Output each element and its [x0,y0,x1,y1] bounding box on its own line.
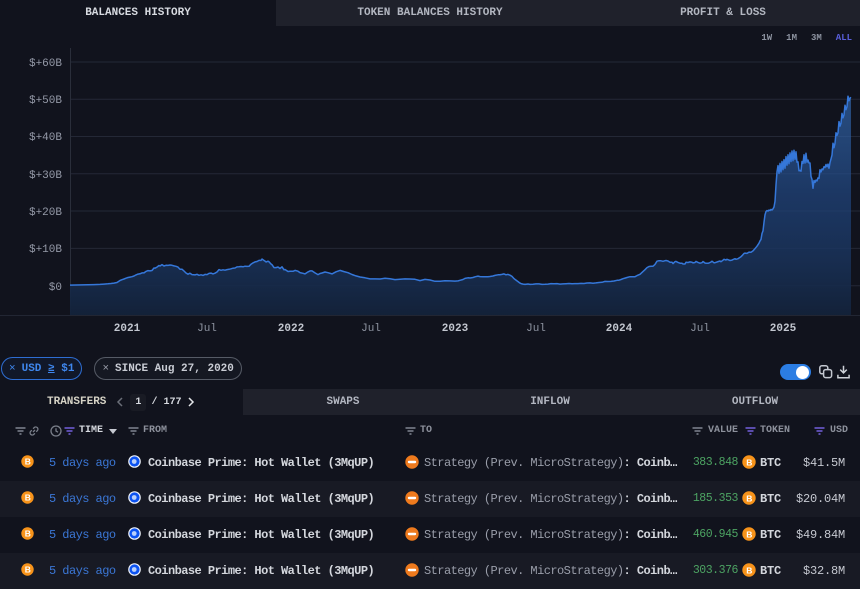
svg-text:Jul: Jul [690,323,710,335]
svg-text:B: B [25,457,31,467]
svg-text:B: B [746,493,752,503]
svg-text:B: B [746,457,752,467]
svg-text:Jul: Jul [526,323,546,335]
svg-text:$+30B: $+30B [29,170,62,182]
svg-text:2021: 2021 [114,323,141,335]
svg-text:2023: 2023 [442,323,469,335]
svg-text:2024: 2024 [606,323,633,335]
svg-text:2025: 2025 [770,323,797,335]
svg-text:B: B [25,529,31,539]
svg-text:B: B [25,565,31,575]
svg-text:$+10B: $+10B [29,244,62,256]
svg-text:$+60B: $+60B [29,58,62,70]
svg-text:B: B [25,493,31,503]
svg-text:$+20B: $+20B [29,207,62,219]
svg-text:Jul: Jul [197,323,217,335]
svg-text:$+40B: $+40B [29,132,62,144]
svg-text:B: B [746,529,752,539]
svg-text:Jul: Jul [361,323,381,335]
svg-text:2022: 2022 [278,323,304,335]
svg-text:$0: $0 [49,282,62,294]
svg-text:B: B [746,565,752,575]
svg-text:$+50B: $+50B [29,95,62,107]
